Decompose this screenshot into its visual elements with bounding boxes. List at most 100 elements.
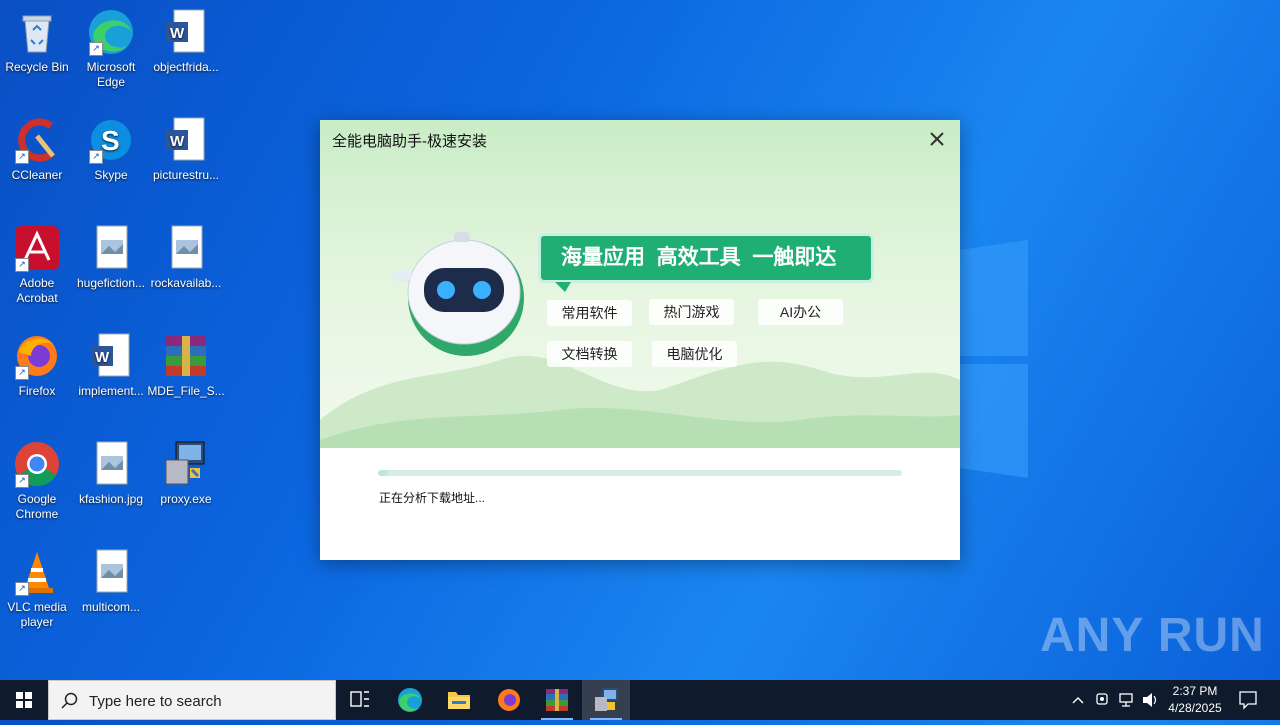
desktop-icon-adobe-acrobat[interactable]: ↗ Adobe Acrobat (0, 224, 76, 306)
desktop-icon-vlc[interactable]: ↗ VLC media player (0, 548, 76, 630)
image-file-icon (87, 548, 135, 596)
desktop-icon-microsoft-edge[interactable]: ↗ Microsoft Edge (72, 8, 150, 90)
chrome-icon: ↗ (13, 440, 61, 488)
notification-icon[interactable] (1236, 680, 1260, 720)
desktop-icon-label: Skype (94, 168, 128, 182)
desktop-icon-label: Firefox (18, 384, 56, 398)
windows-wallpaper-logo (960, 240, 1028, 478)
desktop-icon-hugefiction[interactable]: hugefiction... (72, 224, 150, 291)
network-icon[interactable] (1117, 680, 1137, 720)
taskbar: 2:37 PM 4/28/2025 (0, 680, 1280, 720)
image-file-icon (162, 224, 210, 272)
tag-common-software: 常用软件 (547, 300, 632, 326)
taskbar-clock[interactable]: 2:37 PM 4/28/2025 (1160, 683, 1230, 717)
word-document-icon: W (162, 8, 210, 56)
winrar-archive-icon (162, 332, 210, 380)
edge-icon (398, 688, 422, 712)
installer-icon (595, 688, 618, 711)
desktop-icon-label: Google Chrome (15, 492, 59, 521)
robot-mascot-icon (392, 232, 524, 356)
desktop-icon-label: Recycle Bin (5, 60, 69, 74)
desktop-icon-label: MDE_File_S... (147, 384, 225, 398)
clock-date: 4/28/2025 (1168, 701, 1222, 715)
tag-document-convert: 文档转换 (547, 341, 632, 367)
desktop-icon-label: CCleaner (11, 168, 63, 182)
desktop-icon-label: implement... (78, 384, 144, 398)
dialog-banner: 全能电脑助手-极速安装 海量应用 高效工具 一触即达 常用软件 热门游戏 AI办… (320, 120, 960, 448)
desktop-icon-label: Adobe Acrobat (16, 276, 58, 305)
svg-text:W: W (170, 133, 185, 150)
desktop-icon-objectfrida[interactable]: W objectfrida... (147, 8, 225, 75)
taskbar-installer[interactable] (582, 680, 630, 720)
svg-text:W: W (170, 25, 185, 42)
skype-icon: S ↗ (87, 116, 135, 164)
progress-fill (378, 470, 389, 476)
shortcut-arrow-icon: ↗ (15, 474, 29, 488)
close-icon[interactable] (926, 128, 948, 150)
folder-icon (448, 692, 470, 709)
word-document-icon: W (162, 116, 210, 164)
vlc-cone-icon: ↗ (13, 548, 61, 596)
search-icon (61, 692, 78, 709)
clock-time: 2:37 PM (1172, 684, 1218, 698)
anyrun-watermark: ANY RUN (1040, 609, 1265, 662)
volume-icon[interactable] (1140, 680, 1160, 720)
desktop-icon-ccleaner[interactable]: ↗ CCleaner (0, 116, 76, 183)
desktop-icon-label: VLC media player (7, 600, 67, 629)
desktop-icon-multicom[interactable]: multicom... (72, 548, 150, 615)
acrobat-icon: ↗ (13, 224, 61, 272)
recycle-bin-icon (13, 8, 61, 56)
desktop-icon-google-chrome[interactable]: ↗ Google Chrome (0, 440, 76, 522)
installer-exe-icon (162, 440, 210, 488)
desktop-icon-rockavailab[interactable]: rockavailab... (147, 224, 225, 291)
taskbar-winrar[interactable] (533, 680, 581, 720)
chevron-up-icon[interactable] (1068, 680, 1088, 720)
search-input[interactable] (87, 690, 331, 712)
dialog-title: 全能电脑助手-极速安装 (332, 133, 487, 150)
tag-hot-games: 热门游戏 (649, 299, 734, 325)
install-progress-bar (378, 470, 902, 476)
taskbar-file-explorer[interactable] (435, 680, 483, 720)
edge-icon: ↗ (87, 8, 135, 56)
installer-dialog: 全能电脑助手-极速安装 海量应用 高效工具 一触即达 常用软件 热门游戏 AI办… (320, 120, 960, 560)
taskbar-firefox[interactable] (485, 680, 533, 720)
task-view-button[interactable] (336, 680, 384, 720)
firefox-icon (498, 689, 520, 711)
slogan-banner: 海量应用 高效工具 一触即达 (538, 233, 874, 292)
desktop-icon-mde-file[interactable]: MDE_File_S... (147, 332, 225, 399)
desktop-icon-kfashion[interactable]: kfashion.jpg (72, 440, 150, 507)
desktop-icon-label: multicom... (81, 600, 140, 614)
tag-pc-optimize: 电脑优化 (652, 341, 737, 367)
shortcut-arrow-icon: ↗ (15, 366, 29, 380)
taskbar-search-box[interactable] (48, 680, 336, 720)
tag-ai-office: AI办公 (758, 299, 843, 325)
desktop-icon-proxy-exe[interactable]: proxy.exe (147, 440, 225, 507)
svg-text:S: S (101, 125, 120, 156)
image-file-icon (87, 440, 135, 488)
desktop-icon-label: objectfrida... (153, 60, 219, 74)
desktop-icon-recycle-bin[interactable]: Recycle Bin (0, 8, 76, 75)
task-view-icon (350, 691, 369, 707)
desktop-icon-skype[interactable]: S ↗ Skype (72, 116, 150, 183)
shortcut-arrow-icon: ↗ (15, 258, 29, 272)
desktop-icon-label: picturestru... (152, 168, 220, 182)
ccleaner-icon: ↗ (13, 116, 61, 164)
word-document-icon: W (87, 332, 135, 380)
start-button[interactable] (0, 680, 48, 720)
svg-text:W: W (95, 349, 110, 366)
desktop-icon-implement[interactable]: W implement... (72, 332, 150, 399)
desktop-icon-picturestru[interactable]: W picturestru... (147, 116, 225, 183)
status-text: 正在分析下载地址... (379, 491, 486, 505)
desktop-icon-label: Microsoft Edge (86, 60, 136, 89)
shortcut-arrow-icon: ↗ (15, 582, 29, 596)
desktop-icon-label: kfashion.jpg (78, 492, 144, 506)
desktop-icon-firefox[interactable]: ↗ Firefox (0, 332, 76, 399)
taskbar-edge[interactable] (386, 680, 434, 720)
shortcut-arrow-icon: ↗ (89, 42, 103, 56)
desktop-icon-label: proxy.exe (160, 492, 212, 506)
firefox-icon: ↗ (13, 332, 61, 380)
meet-now-icon[interactable] (1093, 680, 1113, 720)
desktop-icon-label: hugefiction... (76, 276, 146, 290)
shortcut-arrow-icon: ↗ (15, 150, 29, 164)
winrar-icon (546, 689, 568, 711)
